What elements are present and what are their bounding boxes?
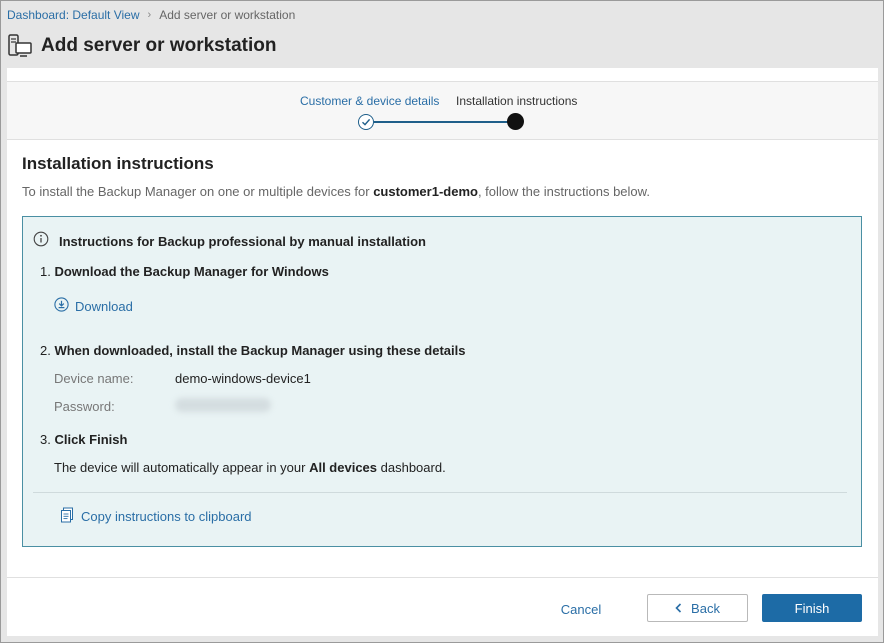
step-customer-device-details[interactable]: Customer & device details xyxy=(300,94,439,108)
device-name-label: Device name: xyxy=(54,371,134,386)
note-prefix: The device will automatically appear in … xyxy=(54,460,310,475)
instruction-step-2: 2. When downloaded, install the Backup M… xyxy=(40,343,465,358)
customer-name: customer1-demo xyxy=(373,184,478,199)
password-value-obscured xyxy=(175,398,271,412)
back-button[interactable]: Back xyxy=(647,594,748,622)
device-name-value: demo-windows-device1 xyxy=(175,371,311,386)
checkmark-circle-icon[interactable] xyxy=(358,114,374,130)
footer-divider xyxy=(7,577,878,578)
stepper-progress-line xyxy=(374,121,508,123)
instruction-step-1: 1. Download the Backup Manager for Windo… xyxy=(40,264,329,279)
divider xyxy=(33,492,847,493)
cancel-button[interactable]: Cancel xyxy=(552,598,610,620)
step-3-number: 3. xyxy=(40,432,51,447)
breadcrumb-dashboard-link[interactable]: Dashboard: Default View xyxy=(7,8,140,22)
step-2-number: 2. xyxy=(40,343,51,358)
instructions-panel: Instructions for Backup professional by … xyxy=(22,216,862,547)
chevron-right-icon: › xyxy=(147,9,152,21)
back-label: Back xyxy=(691,600,720,616)
page-title: Add server or workstation xyxy=(41,35,277,56)
instructions-title: Instructions for Backup professional by … xyxy=(59,234,426,249)
server-workstation-icon xyxy=(7,33,33,59)
auto-appear-note: The device will automatically appear in … xyxy=(54,460,446,475)
note-suffix: dashboard. xyxy=(377,460,446,475)
intro-prefix: To install the Backup Manager on one or … xyxy=(22,184,374,199)
breadcrumb-current: Add server or workstation xyxy=(159,8,296,22)
wizard-card: Customer & device details Installation i… xyxy=(7,68,878,636)
page-header: Add server or workstation xyxy=(7,32,276,60)
section-title: Installation instructions xyxy=(22,154,214,173)
step-3-label: Click Finish xyxy=(54,432,128,447)
note-bold: All devices xyxy=(309,460,378,475)
step-1-label: Download the Backup Manager for Windows xyxy=(54,264,329,279)
download-icon xyxy=(54,297,69,315)
clipboard-icon xyxy=(60,507,74,526)
step-installation-instructions: Installation instructions xyxy=(456,94,578,108)
chevron-left-icon xyxy=(675,601,682,616)
intro-text: To install the Backup Manager on one or … xyxy=(22,184,650,199)
step-1-number: 1. xyxy=(40,264,51,279)
info-icon xyxy=(33,231,49,252)
window: Dashboard: Default View › Add server or … xyxy=(0,0,884,643)
current-step-dot xyxy=(507,113,524,130)
password-label: Password: xyxy=(54,399,115,414)
instruction-step-3: 3. Click Finish xyxy=(40,432,127,447)
wizard-stepper: Customer & device details Installation i… xyxy=(7,81,878,140)
copy-label: Copy instructions to clipboard xyxy=(81,509,252,524)
step-2-label: When downloaded, install the Backup Mana… xyxy=(54,343,466,358)
download-label: Download xyxy=(75,298,133,314)
instructions-header: Instructions for Backup professional by … xyxy=(33,231,426,252)
intro-suffix: , follow the instructions below. xyxy=(477,184,650,199)
copy-instructions-link[interactable]: Copy instructions to clipboard xyxy=(60,507,252,526)
finish-button[interactable]: Finish xyxy=(762,594,862,622)
download-link[interactable]: Download xyxy=(54,297,133,315)
breadcrumb: Dashboard: Default View › Add server or … xyxy=(7,7,295,23)
